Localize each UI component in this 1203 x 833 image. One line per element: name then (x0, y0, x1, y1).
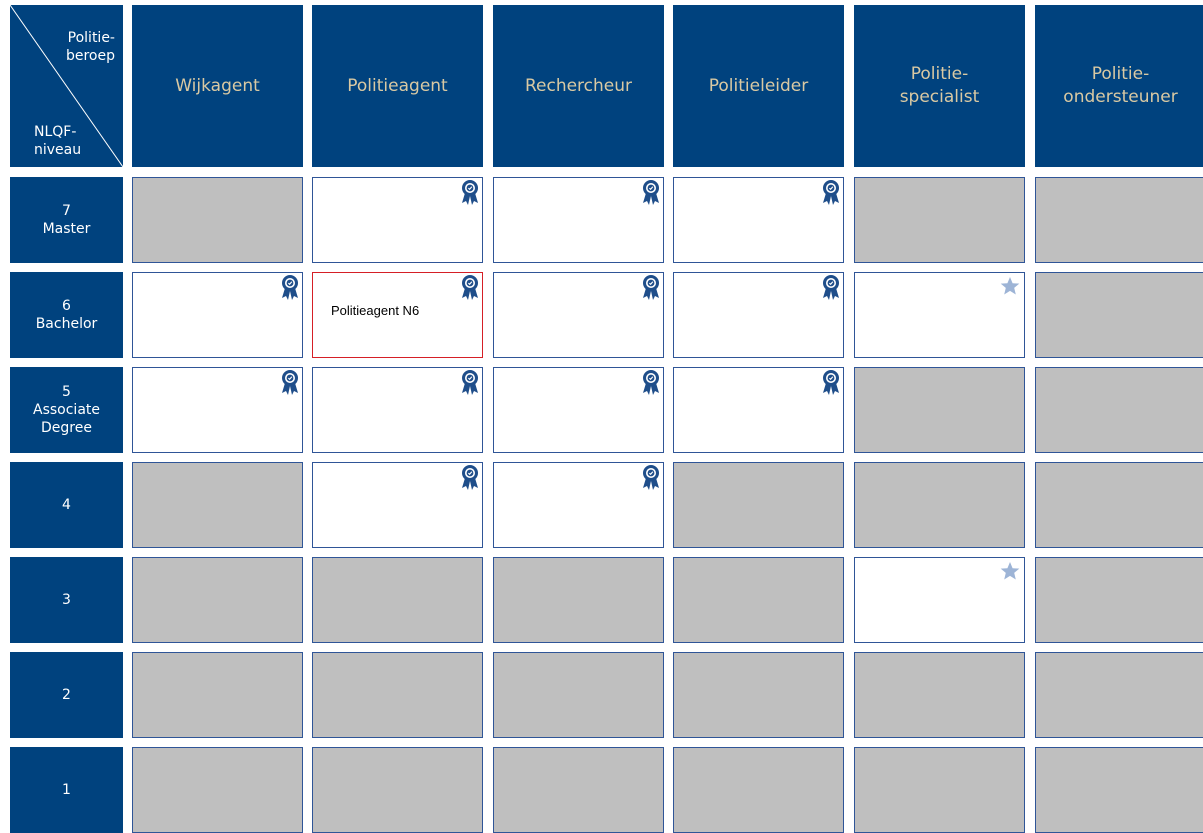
award-ribbon-icon (460, 178, 480, 206)
cell-rechercheur-level-6[interactable] (493, 272, 664, 358)
cell-politie-specialist-level-5 (854, 367, 1025, 453)
selected-cell-label: Politieagent N6 (331, 303, 420, 318)
cell-politie-ondersteuner-level-2 (1035, 652, 1203, 738)
cell-politie-ondersteuner-level-4 (1035, 462, 1203, 548)
row-header-level-6: 6 Bachelor (10, 272, 123, 358)
corner-header: Politie- beroep NLQF- niveau (10, 5, 123, 167)
cell-wijkagent-level-2 (132, 652, 303, 738)
cell-politie-specialist-level-4 (854, 462, 1025, 548)
award-ribbon-icon (821, 273, 841, 301)
beroep-axis-label: Politie- beroep (65, 30, 115, 64)
cell-politie-specialist-level-2 (854, 652, 1025, 738)
column-header-politie-ondersteuner: Politie- ondersteuner (1035, 5, 1203, 167)
row-header-level-2: 2 (10, 652, 123, 738)
column-header-politieagent: Politieagent (312, 5, 483, 167)
cell-politieagent-level-5[interactable] (312, 367, 483, 453)
cell-wijkagent-level-3 (132, 557, 303, 643)
row-header-level-1: 1 (10, 747, 123, 833)
column-header-politieleider: Politieleider (673, 5, 844, 167)
cell-wijkagent-level-6[interactable] (132, 272, 303, 358)
award-ribbon-icon (641, 368, 661, 396)
cell-politie-specialist-level-6[interactable] (854, 272, 1025, 358)
cell-politieagent-level-3 (312, 557, 483, 643)
cell-politieleider-level-6[interactable] (673, 272, 844, 358)
cell-politieleider-level-7[interactable] (673, 177, 844, 263)
cell-politie-specialist-level-3[interactable] (854, 557, 1025, 643)
cell-rechercheur-level-5[interactable] (493, 367, 664, 453)
cell-politieagent-level-4[interactable] (312, 462, 483, 548)
star-icon (1000, 276, 1020, 296)
cell-politieagent-level-6[interactable]: Politieagent N6 (312, 272, 483, 358)
award-ribbon-icon (821, 178, 841, 206)
cell-politieagent-level-1 (312, 747, 483, 833)
star-icon (1000, 561, 1020, 581)
row-header-level-7: 7 Master (10, 177, 123, 263)
cell-wijkagent-level-7 (132, 177, 303, 263)
cell-rechercheur-level-1 (493, 747, 664, 833)
cell-rechercheur-level-3 (493, 557, 664, 643)
award-ribbon-icon (460, 463, 480, 491)
cell-wijkagent-level-5[interactable] (132, 367, 303, 453)
cell-politie-specialist-level-1 (854, 747, 1025, 833)
row-header-level-3: 3 (10, 557, 123, 643)
cell-politieagent-level-7[interactable] (312, 177, 483, 263)
award-ribbon-icon (280, 368, 300, 396)
award-ribbon-icon (460, 273, 480, 301)
column-header-politie-specialist: Politie- specialist (854, 5, 1025, 167)
award-ribbon-icon (280, 273, 300, 301)
cell-politie-ondersteuner-level-7 (1035, 177, 1203, 263)
award-ribbon-icon (641, 273, 661, 301)
award-ribbon-icon (641, 463, 661, 491)
cell-politieleider-level-3 (673, 557, 844, 643)
column-header-rechercheur: Rechercheur (493, 5, 664, 167)
award-ribbon-icon (641, 178, 661, 206)
cell-wijkagent-level-1 (132, 747, 303, 833)
cell-politie-ondersteuner-level-5 (1035, 367, 1203, 453)
cell-politie-ondersteuner-level-6 (1035, 272, 1203, 358)
column-header-wijkagent: Wijkagent (132, 5, 303, 167)
row-header-level-5: 5 Associate Degree (10, 367, 123, 453)
cell-rechercheur-level-4[interactable] (493, 462, 664, 548)
cell-politieleider-level-4 (673, 462, 844, 548)
cell-rechercheur-level-2 (493, 652, 664, 738)
cell-politieleider-level-2 (673, 652, 844, 738)
award-ribbon-icon (821, 368, 841, 396)
niveau-axis-label: NLQF- niveau (34, 124, 82, 158)
cell-politieagent-level-2 (312, 652, 483, 738)
cell-rechercheur-level-7[interactable] (493, 177, 664, 263)
cell-politie-specialist-level-7 (854, 177, 1025, 263)
cell-wijkagent-level-4 (132, 462, 303, 548)
award-ribbon-icon (460, 368, 480, 396)
cell-politieleider-level-1 (673, 747, 844, 833)
row-header-level-4: 4 (10, 462, 123, 548)
cell-politie-ondersteuner-level-1 (1035, 747, 1203, 833)
cell-politie-ondersteuner-level-3 (1035, 557, 1203, 643)
cell-politieleider-level-5[interactable] (673, 367, 844, 453)
